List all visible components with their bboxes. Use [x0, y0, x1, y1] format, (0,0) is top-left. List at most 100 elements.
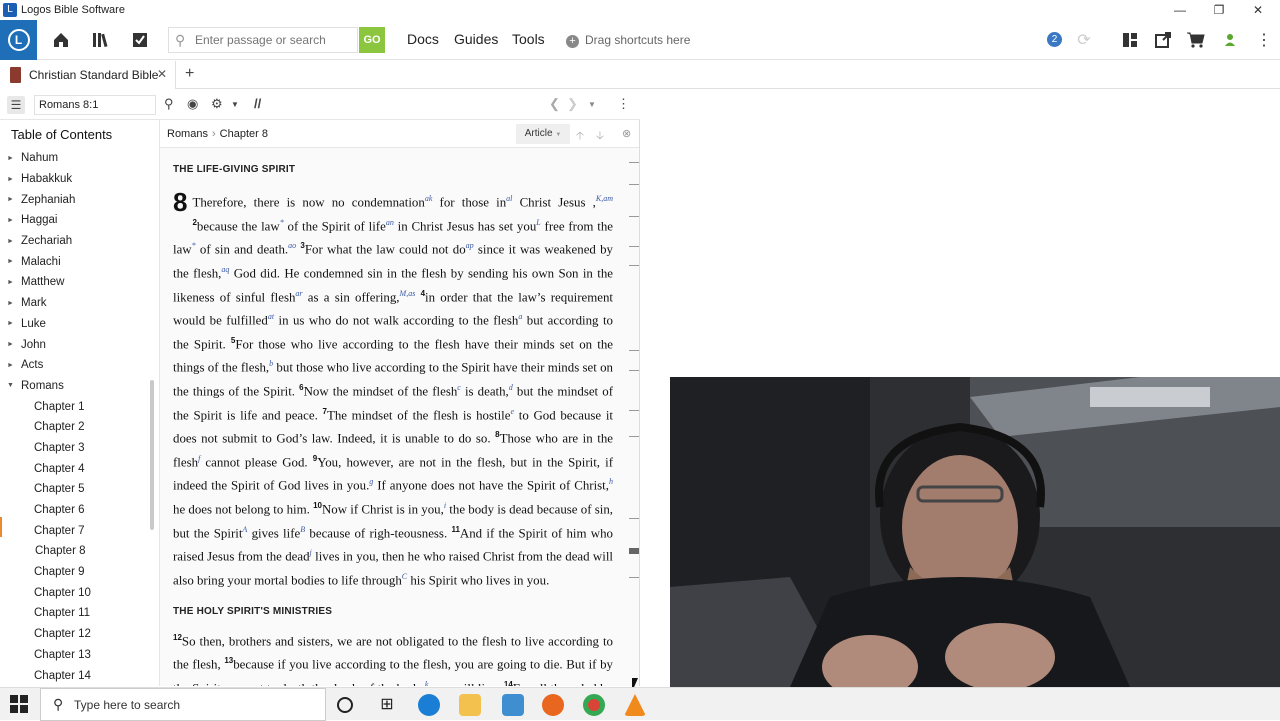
- tasks-checkbox-icon[interactable]: [128, 28, 152, 52]
- toc-book-item[interactable]: ► Mark: [0, 293, 150, 314]
- toc-chapter-item[interactable]: Chapter 13: [0, 645, 150, 666]
- edge-browser-icon[interactable]: [418, 694, 440, 716]
- webcam-overlay: [670, 377, 1280, 687]
- toc-chapter-item[interactable]: Chapter 9: [0, 562, 150, 583]
- tab-label: Christian Standard Bible: [29, 68, 159, 82]
- guides-menu[interactable]: Guides: [454, 31, 498, 47]
- view-mode-dropdown[interactable]: Article ▼: [516, 124, 570, 144]
- toc-chapter-item[interactable]: Chapter 6: [0, 500, 150, 521]
- firefox-icon[interactable]: [542, 694, 564, 716]
- parallel-resources-icon[interactable]: //: [254, 96, 261, 111]
- close-tab-icon[interactable]: ✕: [157, 67, 167, 81]
- forward-arrow-icon[interactable]: ❯: [567, 96, 578, 112]
- history-dropdown-icon[interactable]: ▼: [588, 100, 596, 109]
- restore-button[interactable]: ❐: [1199, 0, 1239, 20]
- toc-chapter-item[interactable]: Chapter 1: [0, 396, 150, 417]
- window-title: Logos Bible Software: [21, 4, 125, 16]
- window-titlebar: L Logos Bible Software — ❐ ✕: [0, 0, 1280, 20]
- section-heading: THE LIFE-GIVING SPIRIT: [173, 164, 296, 175]
- toc-scrollbar[interactable]: [150, 380, 154, 530]
- toc-chapter-item[interactable]: Chapter 7: [0, 520, 150, 541]
- toc-book-item-romans[interactable]: ▼ Romans: [0, 376, 150, 397]
- logos-home-logo-button[interactable]: L: [0, 20, 37, 60]
- shortcuts-bar[interactable]: + Drag shortcuts here: [566, 33, 690, 48]
- app-icon[interactable]: [502, 694, 524, 716]
- toc-chapter-item[interactable]: Chapter 14: [0, 665, 150, 686]
- chrome-icon[interactable]: [583, 694, 605, 716]
- tab-christian-standard-bible[interactable]: Christian Standard Bible ✕: [0, 61, 176, 89]
- toc-book-item[interactable]: ► Acts: [0, 355, 150, 376]
- toc-chapter-item[interactable]: Chapter 3: [0, 438, 150, 459]
- toc-chapter-item[interactable]: Chapter 4: [0, 458, 150, 479]
- toc-title: Table of Contents: [11, 127, 113, 142]
- windows-taskbar: ⚲ Type here to search ⊞: [0, 687, 1280, 721]
- toc-chapter-item[interactable]: Chapter 12: [0, 624, 150, 645]
- toc-book-item[interactable]: ► Nahum: [0, 148, 150, 169]
- library-icon[interactable]: [90, 28, 114, 52]
- close-window-button[interactable]: ✕: [1238, 0, 1278, 20]
- layouts-icon[interactable]: [1118, 28, 1142, 52]
- toc-chapter-item[interactable]: Chapter 5: [0, 479, 150, 500]
- toc-chapter-item-selected[interactable]: Chapter 8: [0, 541, 150, 562]
- toc-book-item[interactable]: ► Haggai: [0, 210, 150, 231]
- passage-search-box[interactable]: ⚲: [168, 27, 358, 53]
- minimize-button[interactable]: —: [1160, 0, 1200, 20]
- shortcuts-placeholder: Drag shortcuts here: [585, 33, 691, 47]
- cart-icon[interactable]: [1184, 28, 1208, 52]
- chapter-paragraph: 12So then, brothers and sisters, we are …: [173, 632, 613, 686]
- reader-scroll-markers[interactable]: [626, 160, 639, 680]
- logos-app-icon: L: [3, 3, 17, 17]
- tools-menu[interactable]: Tools: [512, 31, 545, 47]
- cortana-icon[interactable]: [337, 697, 353, 713]
- toc-book-item[interactable]: ► Zechariah: [0, 231, 150, 252]
- docs-menu[interactable]: Docs: [407, 31, 439, 47]
- passage-search-input[interactable]: [195, 31, 355, 49]
- toc-book-item[interactable]: ► Habakkuk: [0, 169, 150, 190]
- taskbar-search-box[interactable]: ⚲ Type here to search: [40, 688, 326, 721]
- reader-header: Romans › Chapter 8 Article ▼ 🡡 🡣 ⊗: [160, 120, 639, 148]
- toc-book-item[interactable]: ► Malachi: [0, 251, 150, 272]
- main-toolbar: L ⚲ GO Docs Guides Tools + Drag shortcuts…: [0, 20, 1280, 60]
- bible-panel: ☰ Romans 8:1 ⚲ ◉ ⚙ ▼ // ❮ ❯ ▼ ⋮ Table of…: [0, 90, 640, 686]
- toc-book-item[interactable]: ► Matthew: [0, 272, 150, 293]
- panel-more-icon[interactable]: ⋮: [617, 96, 630, 112]
- filter-dropdown-icon[interactable]: ▼: [231, 100, 239, 109]
- toc-chapter-item[interactable]: Chapter 11: [0, 603, 150, 624]
- chapter-number: 8: [173, 187, 188, 218]
- toc-book-item[interactable]: ► Zephaniah: [0, 189, 150, 210]
- toc-chapter-item[interactable]: Chapter 10: [0, 582, 150, 603]
- file-explorer-icon[interactable]: [459, 694, 481, 716]
- back-arrow-icon[interactable]: ❮: [549, 96, 560, 112]
- reference-box[interactable]: Romans 8:1: [34, 95, 156, 115]
- up-arrow-icon[interactable]: 🡡: [576, 127, 584, 146]
- panel-menu-icon[interactable]: ☰: [7, 96, 25, 114]
- close-circle-icon[interactable]: ⊗: [622, 127, 631, 140]
- visual-filter-icon[interactable]: ◉: [187, 96, 198, 112]
- vlc-icon[interactable]: [624, 694, 646, 716]
- toc-chapter-item[interactable]: Chapter 2: [0, 417, 150, 438]
- windows-start-icon[interactable]: [10, 695, 28, 713]
- breadcrumb[interactable]: Romans › Chapter 8: [167, 128, 268, 140]
- section-heading: THE HOLY SPIRIT'S MINISTRIES: [173, 606, 333, 618]
- taskbar-search-placeholder: Type here to search: [74, 698, 181, 712]
- task-view-icon[interactable]: ⊞: [376, 694, 398, 716]
- down-arrow-icon[interactable]: 🡣: [596, 127, 604, 146]
- toc-book-item[interactable]: ► John: [0, 334, 150, 355]
- add-tab-button[interactable]: +: [185, 65, 194, 83]
- sync-icon[interactable]: ⟳: [1072, 28, 1096, 52]
- toc-book-item[interactable]: ► Luke: [0, 314, 150, 335]
- notification-badge[interactable]: 2: [1047, 32, 1062, 47]
- toc-list: ► Nahum ► Habakkuk ► Zephaniah ► Haggai ► Zec…: [0, 148, 150, 686]
- chapter-paragraph: 8 Therefore, there is now no condemnation…: [173, 187, 614, 588]
- user-account-icon[interactable]: [1218, 28, 1242, 52]
- table-of-contents: Table of Contents ► Nahum ► Habakkuk ► Zeph…: [0, 120, 160, 686]
- search-icon: ⚲: [175, 32, 186, 48]
- open-external-icon[interactable]: [1151, 28, 1175, 52]
- bible-book-icon: [10, 67, 21, 83]
- inline-filter-icon[interactable]: ⚙: [211, 96, 223, 112]
- home-icon[interactable]: [49, 28, 73, 52]
- go-button[interactable]: GO: [359, 27, 385, 53]
- more-options-icon[interactable]: ⋮: [1252, 28, 1276, 52]
- webcam-video-frame: [670, 377, 1280, 687]
- search-icon[interactable]: ⚲: [164, 96, 174, 112]
